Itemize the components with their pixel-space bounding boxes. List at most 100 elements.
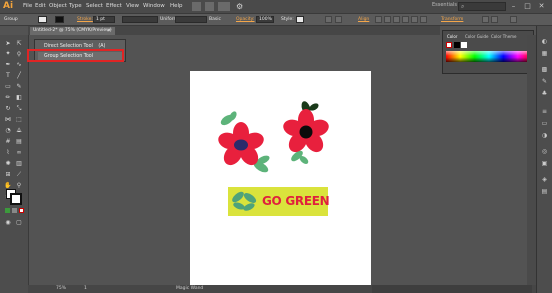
align-bottom-icon[interactable] — [420, 16, 427, 23]
align-middle-icon[interactable] — [411, 16, 418, 23]
zoom-level[interactable]: 75% — [56, 285, 66, 293]
document-tab[interactable]: Untitled-2* @ 75% (CMYK/Preview) — [30, 27, 115, 35]
current-tool-name: Magic Wand — [176, 286, 204, 291]
pencil-icon[interactable]: ✏ — [4, 94, 12, 102]
constrain-icon[interactable] — [491, 16, 498, 23]
scale-icon[interactable]: ⤡ — [15, 105, 23, 113]
symbol-sprayer-icon[interactable]: ✺ — [4, 160, 12, 168]
tab-color-guide[interactable]: Color Guide — [465, 33, 488, 40]
zoom-icon[interactable]: ⚲ — [15, 182, 23, 190]
screen-mode-icon[interactable]: ▢ — [15, 219, 23, 227]
maximize-button[interactable]: □ — [523, 2, 532, 11]
black-swatch[interactable] — [454, 42, 460, 48]
artboards-icon[interactable]: ▤ — [540, 188, 549, 196]
search-input[interactable]: ⌕ — [458, 2, 506, 11]
stroke-icon[interactable]: ≡ — [540, 108, 549, 116]
rotate-icon[interactable]: ↻ — [4, 105, 12, 113]
vertical-scrollbar[interactable] — [527, 35, 536, 285]
stock-icon[interactable] — [205, 2, 214, 11]
gradient-mode-icon[interactable] — [12, 208, 17, 213]
transparency-icon[interactable]: ◑ — [540, 132, 549, 140]
align-left-icon[interactable] — [375, 16, 382, 23]
arrange-documents-icon[interactable] — [218, 2, 230, 11]
line-icon[interactable]: ╱ — [15, 72, 23, 80]
flip-icon[interactable] — [482, 16, 489, 23]
none-mode-icon[interactable] — [19, 208, 24, 213]
draw-mode-icon[interactable]: ◉ — [4, 219, 12, 227]
align-top-icon[interactable] — [402, 16, 409, 23]
graph-icon[interactable]: ▥ — [15, 160, 23, 168]
swatches-icon[interactable]: ▩ — [540, 66, 549, 74]
menu-window[interactable]: Window — [143, 2, 165, 11]
direct-selection-icon[interactable]: ⇱ — [15, 40, 23, 48]
horizontal-scrollbar[interactable] — [372, 285, 532, 293]
panel-menu-icon[interactable] — [510, 16, 517, 23]
menu-type[interactable]: Type — [69, 2, 82, 11]
menu-object[interactable]: Object — [49, 2, 67, 11]
layers-icon[interactable]: ◈ — [540, 176, 549, 184]
stroke-link[interactable]: Stroke: — [77, 16, 93, 23]
document-close-icon[interactable]: ✕ — [107, 27, 111, 35]
graphic-styles-icon[interactable]: ▣ — [540, 160, 549, 168]
symbols-icon[interactable]: ♣ — [540, 90, 549, 98]
opacity-field[interactable]: 100% — [256, 16, 274, 23]
paintbrush-icon[interactable]: ✎ — [15, 83, 23, 91]
menu-view[interactable]: View — [126, 2, 139, 11]
stroke-color-box[interactable] — [10, 193, 22, 205]
none-swatch[interactable] — [446, 42, 452, 48]
menu-file[interactable]: File — [23, 2, 32, 11]
menu-edit[interactable]: Edit — [35, 2, 46, 11]
color-mode-icon[interactable] — [5, 208, 10, 213]
type-icon[interactable]: T — [4, 72, 12, 80]
perspective-icon[interactable]: ⟁ — [15, 127, 23, 135]
align-link[interactable]: Align — [358, 16, 369, 23]
menu-select[interactable]: Select — [86, 2, 103, 11]
rectangle-icon[interactable]: ▭ — [4, 83, 12, 91]
stroke-swatch[interactable] — [55, 16, 64, 23]
menu-help[interactable]: Help — [170, 2, 183, 11]
bridge-icon[interactable] — [192, 2, 201, 11]
slice-icon[interactable]: ⟋ — [15, 171, 23, 179]
artboard-number[interactable]: 1 — [84, 285, 87, 293]
brush-label[interactable]: Basic — [209, 16, 221, 23]
tab-color-theme[interactable]: Color Theme — [491, 33, 517, 40]
eraser-icon[interactable]: ◧ — [15, 94, 23, 102]
white-swatch[interactable] — [461, 42, 467, 48]
mesh-icon[interactable]: # — [4, 138, 12, 146]
blend-icon[interactable]: ∞ — [15, 149, 23, 157]
transform-link[interactable]: Transform — [441, 16, 463, 23]
brush-definition[interactable] — [175, 16, 207, 23]
variable-width-profile[interactable] — [122, 16, 158, 23]
shape-builder-icon[interactable]: ◔ — [4, 127, 12, 135]
color-icon[interactable]: ◐ — [540, 38, 549, 46]
free-transform-icon[interactable]: ⬚ — [15, 116, 23, 124]
gpu-icon[interactable]: ⚙ — [236, 1, 248, 12]
pen-icon[interactable]: ✒ — [4, 61, 12, 69]
workspace-switcher[interactable]: Essentials — [432, 2, 457, 8]
brushes-icon[interactable]: ✎ — [540, 78, 549, 86]
gradient-icon[interactable]: ▤ — [15, 138, 23, 146]
graphic-style-swatch[interactable] — [296, 16, 304, 23]
curvature-icon[interactable]: ∿ — [15, 61, 23, 69]
eyedropper-icon[interactable]: ⌇ — [4, 149, 12, 157]
artboard-icon[interactable]: ⊞ — [4, 171, 12, 179]
selection-icon[interactable]: ➤ — [4, 40, 12, 48]
tab-color[interactable]: Color — [447, 33, 457, 40]
width-icon[interactable]: ⋈ — [4, 116, 12, 124]
stroke-weight-field[interactable]: 1 pt — [93, 16, 115, 23]
close-button[interactable]: ✕ — [537, 2, 546, 11]
appearance-icon[interactable]: ◎ — [540, 148, 549, 156]
color-guide-icon[interactable]: ▦ — [540, 50, 549, 58]
align-right-icon[interactable] — [393, 16, 400, 23]
menu-effect[interactable]: Effect — [106, 2, 122, 11]
gradient-panel-icon[interactable]: ▭ — [540, 120, 549, 128]
isolate-icon[interactable] — [335, 16, 342, 23]
fill-swatch[interactable] — [38, 16, 47, 23]
lasso-icon[interactable]: ϙ — [15, 50, 23, 58]
recolor-icon[interactable] — [325, 16, 332, 23]
magic-wand-icon[interactable]: ✦ — [4, 50, 12, 58]
minimize-button[interactable]: – — [509, 2, 518, 11]
align-center-icon[interactable] — [384, 16, 391, 23]
document-tab-title: Untitled-2* @ 75% (CMYK/Preview) — [33, 28, 112, 33]
opacity-link[interactable]: Opacity: — [236, 16, 255, 23]
